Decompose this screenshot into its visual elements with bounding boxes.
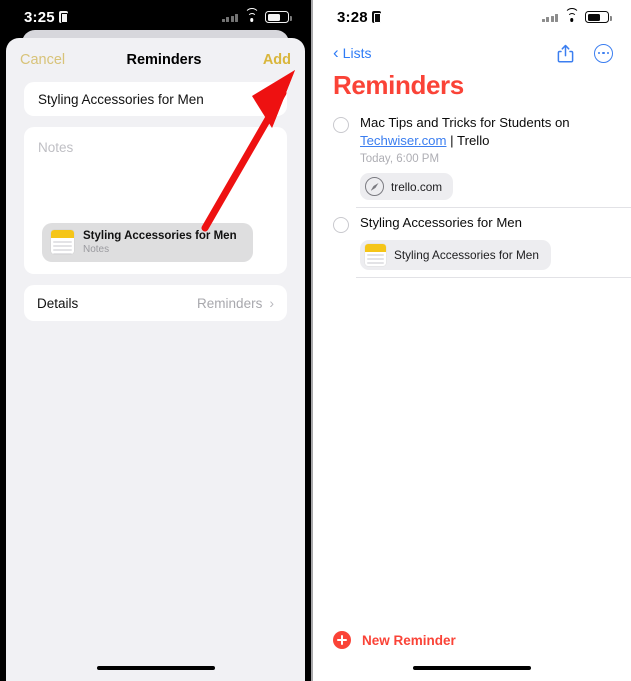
reminders-list: Mac Tips and Tricks for Students on Tech… bbox=[313, 108, 631, 278]
reminder-row[interactable]: Mac Tips and Tricks for Students on Tech… bbox=[313, 108, 631, 207]
lock-icon bbox=[371, 11, 381, 23]
back-button-label: Lists bbox=[342, 45, 372, 61]
url-attachment-chip[interactable]: trello.com bbox=[360, 173, 454, 201]
wifi-icon bbox=[244, 7, 259, 23]
left-phone-screen: 3:25 Cancel Reminders Add Styling Access… bbox=[0, 0, 313, 681]
reminder-notes-input[interactable]: Notes Styling Accessories for Men Notes bbox=[24, 127, 287, 274]
reminder-title-input[interactable]: Styling Accessories for Men bbox=[24, 82, 287, 116]
more-circle-icon[interactable] bbox=[594, 43, 613, 63]
left-status-time: 3:25 bbox=[24, 8, 55, 26]
plus-circle-icon bbox=[333, 631, 351, 649]
reminder-due-date: Today, 6:00 PM bbox=[360, 153, 440, 166]
battery-icon bbox=[265, 11, 292, 23]
reminder-text-part2: | Trello bbox=[446, 133, 490, 149]
reminder-row[interactable]: Styling Accessories for Men Styling Acce… bbox=[313, 208, 631, 276]
new-reminder-label: New Reminder bbox=[362, 632, 456, 648]
back-to-lists-button[interactable]: ‹ Lists bbox=[333, 43, 372, 62]
notes-app-icon bbox=[51, 230, 74, 255]
url-chip-label: trello.com bbox=[391, 179, 443, 194]
cellular-signal-icon bbox=[541, 13, 558, 22]
right-status-clock: 3:28 bbox=[337, 9, 381, 26]
sheet-title: Reminders bbox=[126, 52, 202, 68]
page-title: Reminders bbox=[333, 70, 464, 100]
right-status-time: 3:28 bbox=[337, 8, 368, 26]
right-status-bar: 3:28 bbox=[313, 0, 631, 34]
left-status-clock: 3:25 bbox=[24, 9, 68, 26]
new-reminder-button[interactable]: New Reminder bbox=[333, 631, 456, 649]
reminder-link[interactable]: Techwiser.com bbox=[360, 133, 446, 148]
reminder-complete-toggle[interactable] bbox=[333, 217, 349, 234]
reminder-text: Mac Tips and Tricks for Students on Tech… bbox=[360, 114, 617, 150]
attachment-subtitle: Notes bbox=[83, 244, 110, 255]
reminder-title-value: Styling Accessories for Men bbox=[38, 91, 204, 107]
attachment-chip-text: Styling Accessories for Men Notes bbox=[83, 229, 237, 256]
reminders-navigation-bar: ‹ Lists bbox=[313, 38, 631, 68]
notes-placeholder: Notes bbox=[38, 140, 74, 155]
right-status-indicators bbox=[541, 7, 612, 23]
details-row[interactable]: Details Reminders › bbox=[24, 285, 287, 321]
battery-icon bbox=[585, 11, 612, 23]
cellular-signal-icon bbox=[221, 13, 238, 22]
details-value: Reminders bbox=[197, 295, 263, 311]
right-home-indicator[interactable] bbox=[413, 665, 531, 670]
reminders-toolbar-actions bbox=[557, 43, 613, 63]
note-attachment-chip[interactable]: Styling Accessories for Men bbox=[360, 239, 551, 270]
new-reminder-sheet: Cancel Reminders Add Styling Accessories… bbox=[6, 38, 305, 681]
share-icon[interactable] bbox=[557, 44, 574, 63]
lock-icon bbox=[58, 11, 68, 23]
reminder-complete-toggle[interactable] bbox=[333, 117, 349, 133]
attachment-chip[interactable]: Styling Accessories for Men Notes bbox=[42, 222, 253, 262]
left-home-indicator[interactable] bbox=[96, 665, 215, 670]
reminder-content: Styling Accessories for Men Styling Acce… bbox=[360, 214, 617, 270]
left-status-bar: 3:25 bbox=[0, 0, 311, 34]
attachment-title: Styling Accessories for Men bbox=[83, 229, 237, 242]
right-phone-screen: 3:28 ‹ Lists Reminders Mac Tips and Tric… bbox=[313, 0, 631, 681]
chevron-left-icon: ‹ bbox=[333, 43, 339, 62]
notes-app-icon bbox=[365, 243, 386, 266]
list-divider bbox=[356, 276, 631, 278]
reminder-content: Mac Tips and Tricks for Students on Tech… bbox=[360, 114, 617, 201]
note-chip-label: Styling Accessories for Men bbox=[394, 247, 539, 262]
wifi-icon bbox=[564, 7, 579, 23]
reminder-text-part1: Mac Tips and Tricks for Students on bbox=[360, 115, 570, 130]
details-row-value-group: Reminders › bbox=[197, 296, 274, 311]
add-button[interactable]: Add bbox=[263, 52, 291, 68]
chevron-right-icon: › bbox=[269, 295, 274, 311]
safari-compass-icon bbox=[365, 177, 384, 197]
details-label: Details bbox=[37, 295, 79, 311]
left-status-indicators bbox=[221, 7, 292, 23]
sheet-navigation-bar: Cancel Reminders Add bbox=[6, 38, 305, 82]
reminder-text: Styling Accessories for Men bbox=[360, 215, 522, 231]
cancel-button[interactable]: Cancel bbox=[20, 52, 65, 68]
two-phone-screenshot: 3:25 Cancel Reminders Add Styling Access… bbox=[0, 0, 631, 681]
